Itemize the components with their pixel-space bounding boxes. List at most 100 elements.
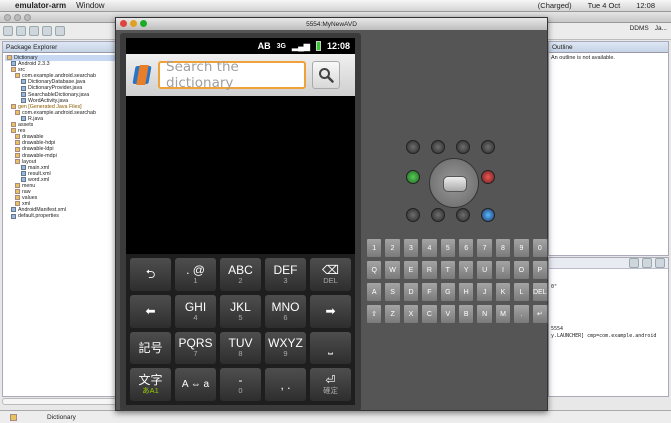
hw-key[interactable]: A xyxy=(366,282,383,302)
hw-key[interactable]: O xyxy=(513,260,530,280)
key-1[interactable]: . @1 xyxy=(175,258,216,291)
outline-tab[interactable]: Outline xyxy=(549,42,668,53)
power-button[interactable] xyxy=(481,140,495,154)
hw-key[interactable]: 0 xyxy=(531,238,548,258)
console-line: y.LAUNCHER] cmp=com.example.android xyxy=(551,333,657,339)
hw-key[interactable]: I xyxy=(494,260,512,280)
key-back[interactable]: ⮌ xyxy=(130,258,171,291)
back-button[interactable] xyxy=(456,208,470,222)
debug-icon[interactable] xyxy=(42,26,52,36)
hw-key[interactable]: Z xyxy=(384,304,401,324)
hw-key[interactable]: 8 xyxy=(494,238,512,258)
run-icon[interactable] xyxy=(55,26,65,36)
perspective-java[interactable]: Ja... xyxy=(655,25,667,32)
hw-key[interactable]: E xyxy=(402,260,420,280)
zoom-icon[interactable] xyxy=(24,13,31,21)
hw-key[interactable]: 7 xyxy=(476,238,493,258)
hw-key[interactable]: Y xyxy=(457,260,475,280)
hw-key[interactable]: P xyxy=(531,260,548,280)
hw-key[interactable]: 6 xyxy=(457,238,475,258)
key-case-toggle[interactable]: A ⇔ a xyxy=(175,368,216,401)
key-punctuation[interactable]: , . xyxy=(265,368,306,401)
hw-key[interactable]: ↵ xyxy=(531,304,548,324)
hw-key[interactable]: V xyxy=(439,304,456,324)
key-9[interactable]: WXYZ 9 xyxy=(265,331,306,365)
clear-console-icon[interactable] xyxy=(629,258,639,268)
camera-button[interactable] xyxy=(406,140,420,154)
search-hw-button[interactable] xyxy=(481,208,495,222)
end-call-button[interactable] xyxy=(481,170,495,184)
search-input[interactable]: Search the dictionary xyxy=(158,59,306,91)
key-2[interactable]: ABC 2 xyxy=(220,258,261,291)
key-3[interactable]: DEF 3 xyxy=(265,258,306,291)
hw-key[interactable]: 4 xyxy=(421,238,438,258)
search-button[interactable] xyxy=(312,61,340,89)
hw-key[interactable]: H xyxy=(457,282,475,302)
tree-item[interactable]: default.properties xyxy=(5,213,117,219)
key-6[interactable]: MNO 6 xyxy=(265,294,306,328)
key-0[interactable]: -0 xyxy=(220,368,261,401)
hw-key[interactable]: 2 xyxy=(384,238,401,258)
dpad-center[interactable] xyxy=(443,176,467,192)
hw-key[interactable]: B xyxy=(457,304,475,324)
hw-key[interactable]: . xyxy=(513,304,530,324)
call-button[interactable] xyxy=(406,170,420,184)
display-console-icon[interactable] xyxy=(655,258,665,268)
close-icon[interactable] xyxy=(120,20,127,27)
hw-key[interactable]: G xyxy=(439,282,456,302)
key-right[interactable]: ➡ xyxy=(310,294,351,328)
close-icon[interactable] xyxy=(4,13,11,21)
window-menu[interactable]: Window xyxy=(76,1,104,10)
hw-key[interactable]: N xyxy=(476,304,493,324)
new-icon[interactable] xyxy=(3,26,13,36)
key-space[interactable]: ⎵ xyxy=(310,331,351,365)
volume-down-button[interactable] xyxy=(431,140,445,154)
key-4[interactable]: GHI 4 xyxy=(175,294,216,328)
hw-key[interactable]: 1 xyxy=(366,238,383,258)
hw-key[interactable]: C xyxy=(421,304,438,324)
key-5[interactable]: JKL 5 xyxy=(220,294,261,328)
hw-key[interactable]: 5 xyxy=(439,238,456,258)
hw-key[interactable]: S xyxy=(384,282,401,302)
search-icon xyxy=(319,68,334,83)
hw-key[interactable]: Q xyxy=(366,260,383,280)
key-enter[interactable]: ⏎ 確定 xyxy=(310,368,351,401)
horizontal-scrollbar[interactable] xyxy=(2,398,120,405)
key-7[interactable]: PQRS 7 xyxy=(175,331,216,365)
console-view: 0" 5554 y.LAUNCHER] cmp=com.example.andr… xyxy=(548,257,669,397)
key-input-mode[interactable]: 文字 あA1 xyxy=(130,368,171,401)
minimize-icon[interactable] xyxy=(130,20,137,27)
hw-key[interactable]: J xyxy=(476,282,493,302)
home-button[interactable] xyxy=(406,208,420,222)
pin-icon[interactable] xyxy=(642,258,652,268)
package-explorer-tab[interactable]: Package Explorer xyxy=(3,42,119,53)
save-icon[interactable] xyxy=(16,26,26,36)
hw-key[interactable]: F xyxy=(421,282,438,302)
hw-key[interactable]: L xyxy=(513,282,530,302)
hw-key[interactable]: K xyxy=(494,282,512,302)
print-icon[interactable] xyxy=(29,26,39,36)
app-menu[interactable]: emulator-arm xyxy=(15,1,66,10)
hw-key[interactable]: W xyxy=(384,260,401,280)
key-symbols[interactable]: 記号 xyxy=(130,331,171,365)
key-8[interactable]: TUV 8 xyxy=(220,331,261,365)
hw-key[interactable]: X xyxy=(402,304,420,324)
hw-key[interactable]: 3 xyxy=(402,238,420,258)
key-left[interactable]: ⬅ xyxy=(130,294,171,328)
hw-key[interactable]: M xyxy=(494,304,512,324)
dpad[interactable] xyxy=(429,158,479,208)
hw-key[interactable]: T xyxy=(439,260,456,280)
key-delete[interactable]: ⌫ DEL xyxy=(310,258,351,291)
hw-key[interactable]: U xyxy=(476,260,493,280)
hw-key[interactable]: R xyxy=(421,260,438,280)
minimize-icon[interactable] xyxy=(14,13,21,21)
perspective-ddms[interactable]: DDMS xyxy=(630,25,649,32)
hw-key[interactable]: DEL xyxy=(531,282,548,302)
hw-key[interactable]: D xyxy=(402,282,420,302)
menu-button[interactable] xyxy=(431,208,445,222)
zoom-icon[interactable] xyxy=(140,20,147,27)
folder-icon xyxy=(11,128,16,134)
volume-up-button[interactable] xyxy=(456,140,470,154)
hw-key[interactable]: ⇧ xyxy=(366,304,383,324)
hw-key[interactable]: 9 xyxy=(513,238,530,258)
